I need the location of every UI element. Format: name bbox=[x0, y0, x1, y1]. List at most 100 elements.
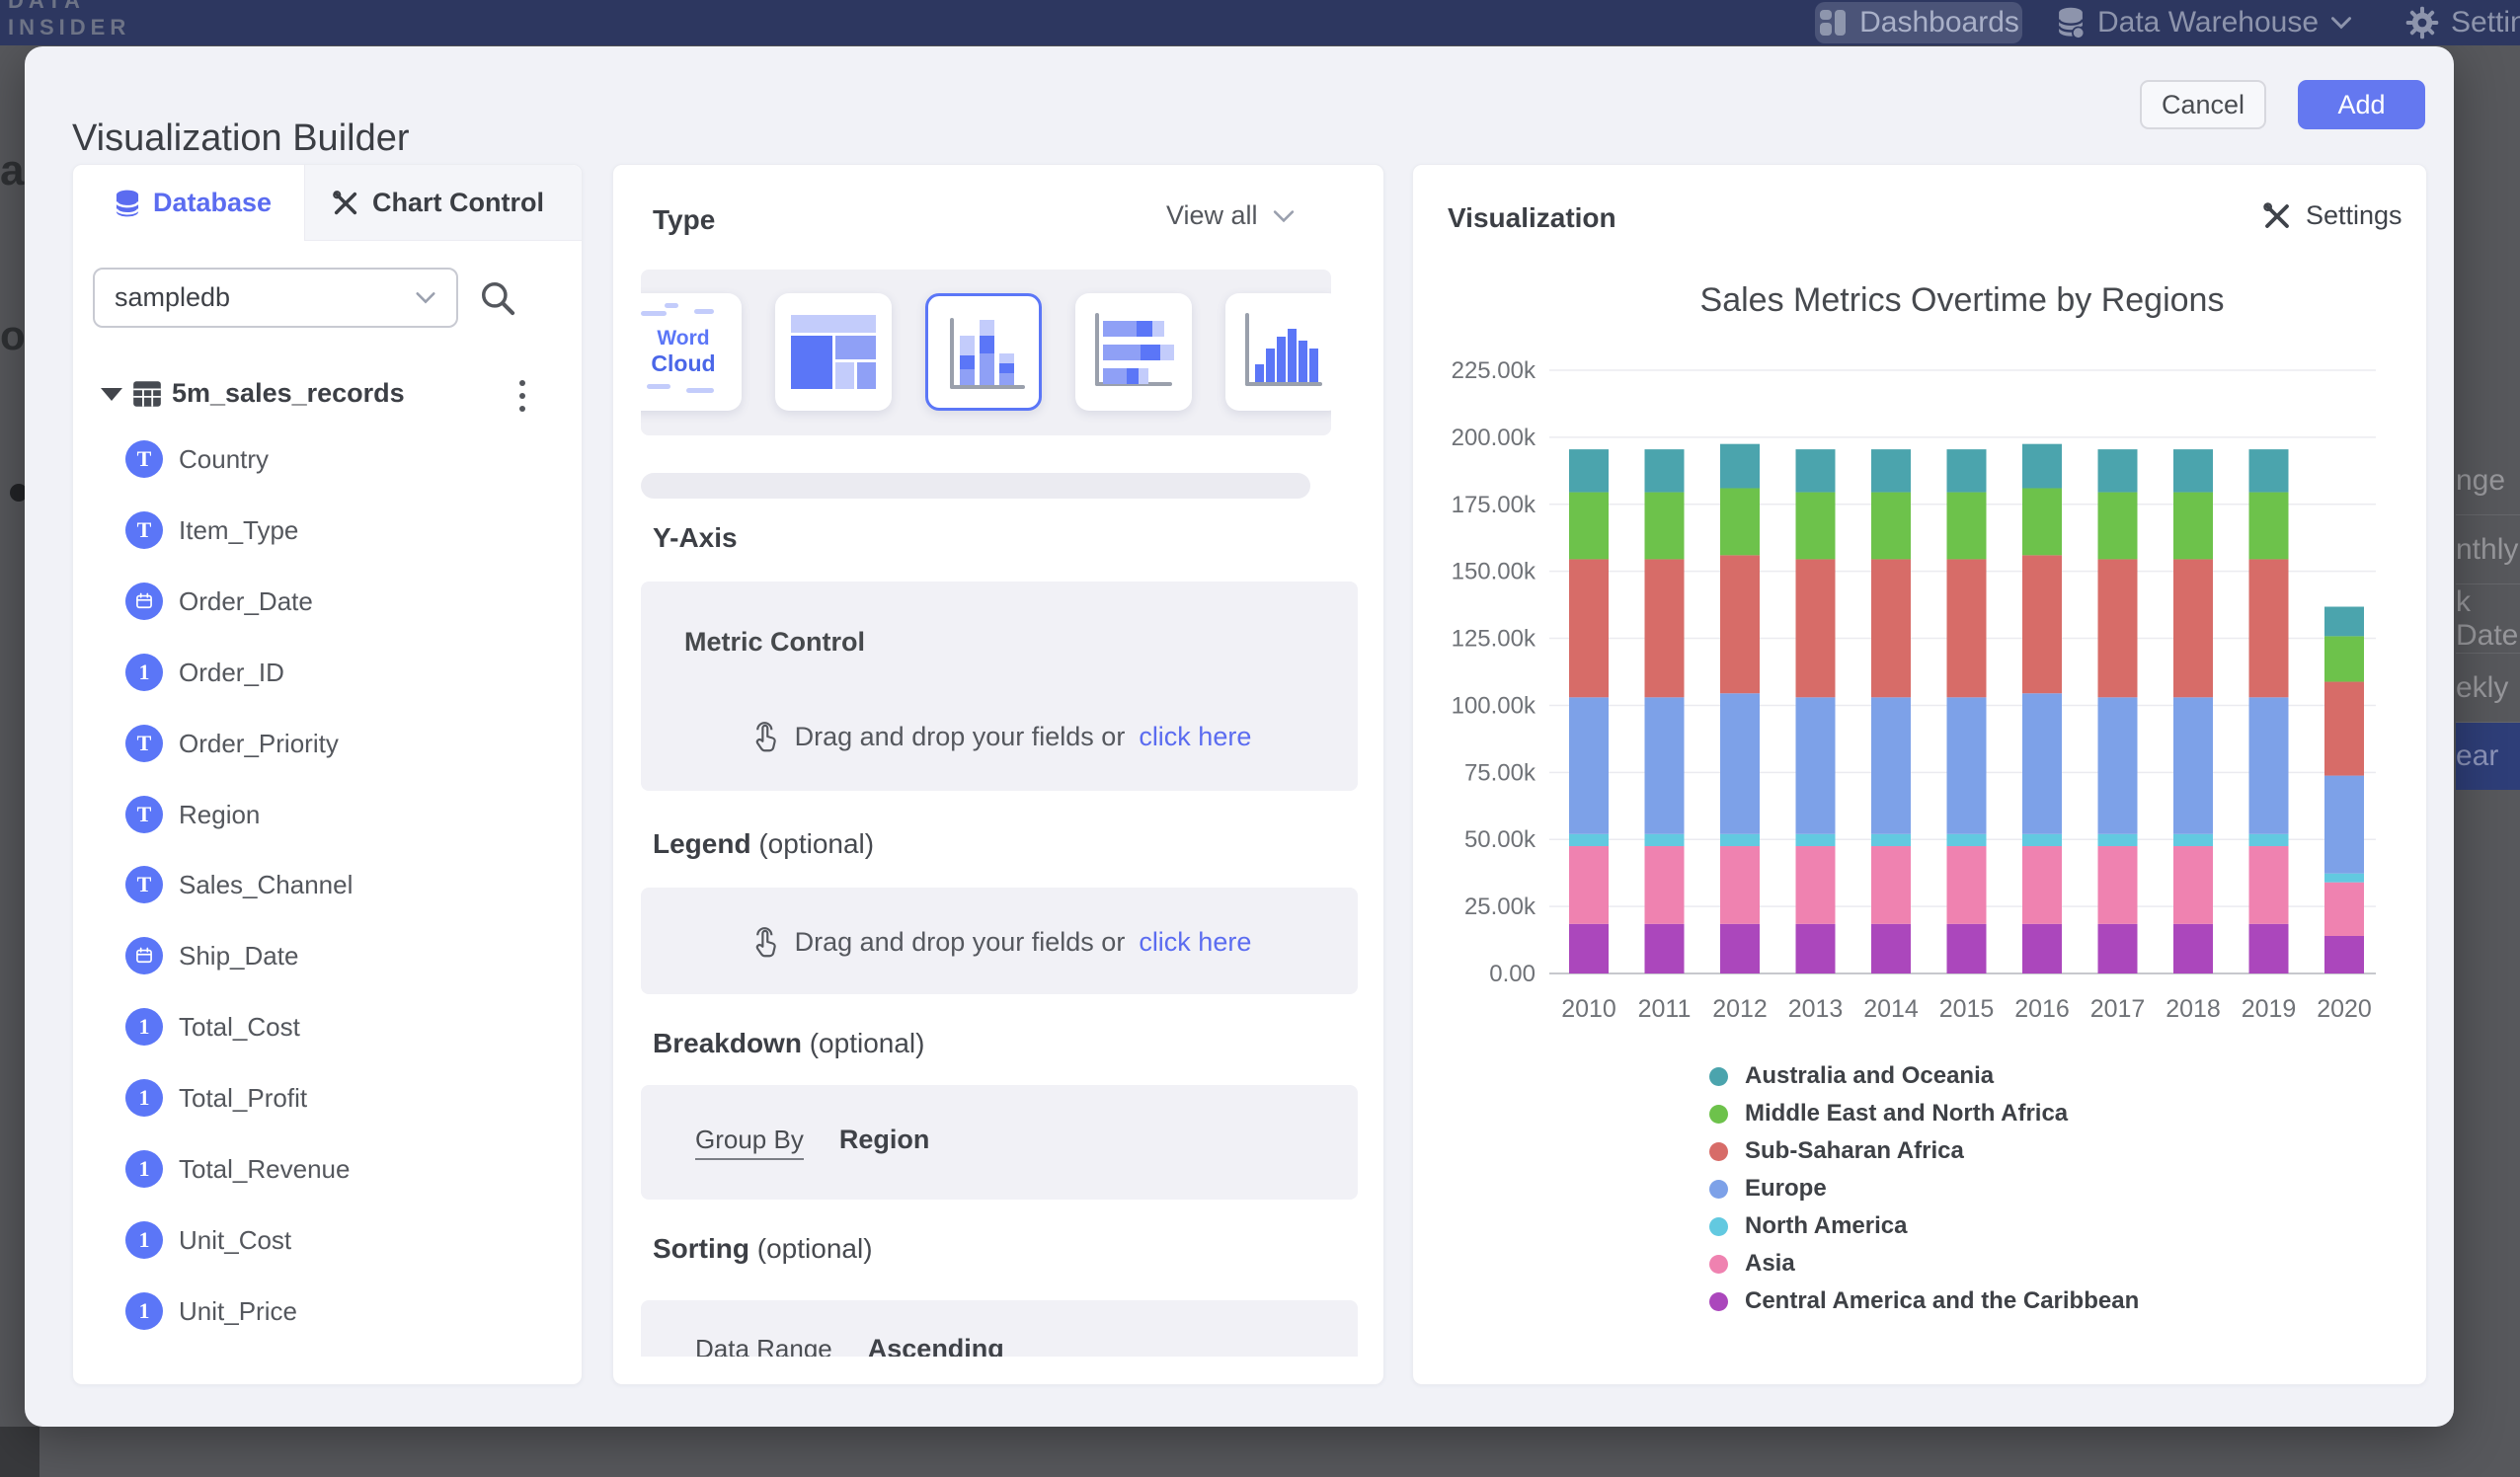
sorting-box[interactable]: Data Range Ascending bbox=[641, 1300, 1358, 1357]
bar-segment bbox=[2022, 555, 2062, 693]
click-here-link[interactable]: click here bbox=[1139, 722, 1251, 752]
top-navigation-bar: DATA INSIDER Dashboards Data Warehouse bbox=[0, 0, 2520, 45]
bar-segment bbox=[2324, 874, 2364, 883]
bar-segment bbox=[1947, 493, 1987, 560]
bar-segment bbox=[1947, 834, 1987, 846]
database-icon bbox=[115, 189, 140, 218]
sort-field-label[interactable]: Data Range bbox=[695, 1334, 832, 1357]
x-axis-label: 2016 bbox=[2014, 995, 2070, 1023]
bar-segment bbox=[2324, 636, 2364, 681]
kebab-menu-icon[interactable] bbox=[515, 376, 529, 416]
cancel-button[interactable]: Cancel bbox=[2140, 80, 2266, 129]
group-by-label[interactable]: Group By bbox=[695, 1125, 804, 1160]
field-item-item_type[interactable]: TItem_Type bbox=[73, 503, 582, 558]
bar-segment bbox=[1720, 846, 1760, 924]
field-item-sales_channel[interactable]: TSales_Channel bbox=[73, 857, 582, 912]
legend-item[interactable]: North America bbox=[1709, 1207, 2139, 1245]
metric-control-dropzone[interactable]: Metric Control Drag and drop your fields… bbox=[641, 582, 1358, 791]
tab-database[interactable]: Database bbox=[115, 165, 272, 241]
chart-type-treemap[interactable] bbox=[775, 293, 892, 411]
field-item-total_cost[interactable]: 1Total_Cost bbox=[73, 999, 582, 1054]
bar-segment bbox=[1720, 834, 1760, 846]
database-select[interactable]: sampledb bbox=[93, 268, 458, 328]
chart-type-stacked-bar[interactable] bbox=[1075, 293, 1192, 411]
field-label: Order_Priority bbox=[179, 729, 339, 759]
legend-item[interactable]: Asia bbox=[1709, 1245, 2139, 1283]
legend-item[interactable]: Central America and the Caribbean bbox=[1709, 1283, 2139, 1320]
field-label: Region bbox=[179, 800, 260, 830]
field-label: Ship_Date bbox=[179, 941, 298, 972]
legend-dropzone[interactable]: Drag and drop your fields or click here bbox=[641, 888, 1358, 994]
horizontal-scrollbar[interactable] bbox=[641, 473, 1310, 499]
text-field-icon: T bbox=[125, 866, 163, 903]
chart-type-column[interactable] bbox=[1225, 293, 1331, 411]
text-field-icon: T bbox=[125, 725, 163, 762]
nav-dashboards[interactable]: Dashboards bbox=[1815, 2, 2022, 43]
bar-segment bbox=[1569, 846, 1609, 924]
chart-type-strip[interactable]: WordCloud bbox=[641, 270, 1331, 435]
legend-item[interactable]: Europe bbox=[1709, 1170, 2139, 1207]
field-item-order_date[interactable]: Order_Date bbox=[73, 574, 582, 629]
nav-settings[interactable]: Settings bbox=[2405, 0, 2520, 45]
field-label: Unit_Cost bbox=[179, 1225, 291, 1256]
field-item-country[interactable]: TCountry bbox=[73, 431, 582, 487]
breakdown-box[interactable]: Group By Region bbox=[641, 1085, 1358, 1200]
field-item-ship_date[interactable]: Ship_Date bbox=[73, 928, 582, 983]
field-item-total_revenue[interactable]: 1Total_Revenue bbox=[73, 1141, 582, 1197]
table-tree-row[interactable]: 5m_sales_records bbox=[73, 372, 582, 416]
word-cloud-word: Word bbox=[641, 327, 742, 350]
bar-segment bbox=[1720, 444, 1760, 489]
bar-segment bbox=[1871, 846, 1911, 924]
legend-item[interactable]: Sub-Saharan Africa bbox=[1709, 1132, 2139, 1170]
bar-segment bbox=[1720, 488, 1760, 555]
legend-dot-icon bbox=[1709, 1255, 1728, 1274]
type-heading: Type bbox=[653, 204, 715, 236]
bar-segment bbox=[1796, 697, 1836, 833]
view-all-button[interactable]: View all bbox=[1166, 200, 1346, 231]
bar-segment bbox=[1645, 846, 1685, 924]
click-here-link[interactable]: click here bbox=[1139, 927, 1251, 958]
field-item-region[interactable]: T Region bbox=[73, 787, 582, 842]
background-dark-corner bbox=[0, 1427, 39, 1477]
chart-type-stacked-column[interactable] bbox=[925, 293, 1042, 411]
background-menu-item: ear bbox=[2456, 723, 2520, 790]
database-panel: Database Chart Control sampledb bbox=[72, 164, 583, 1385]
tab-chart-control[interactable]: Chart Control bbox=[332, 165, 544, 241]
field-label: Total_Revenue bbox=[179, 1154, 350, 1185]
chart-legend: Australia and OceaniaMiddle East and Nor… bbox=[1709, 1057, 2139, 1320]
field-label: Total_Cost bbox=[179, 1012, 300, 1043]
bar-segment bbox=[1871, 834, 1911, 846]
nav-data-warehouse[interactable]: Data Warehouse bbox=[2056, 0, 2352, 45]
modal-title: Visualization Builder bbox=[72, 117, 410, 160]
field-item-unit_cost[interactable]: 1Unit_Cost bbox=[73, 1212, 582, 1268]
svg-text:150.00k: 150.00k bbox=[1452, 559, 1536, 585]
field-item-unit_price[interactable]: 1Unit_Price bbox=[73, 1283, 582, 1339]
chart-title: Sales Metrics Overtime by Regions bbox=[1551, 281, 2373, 320]
legend-label: North America bbox=[1745, 1212, 1907, 1240]
chart-type-word-cloud[interactable]: WordCloud bbox=[641, 293, 742, 411]
bar-segment bbox=[1871, 559, 1911, 697]
bar-segment bbox=[2249, 559, 2289, 697]
x-axis-label: 2015 bbox=[1939, 995, 1995, 1023]
nav-label: Data Warehouse bbox=[2097, 6, 2319, 39]
search-button[interactable] bbox=[473, 273, 522, 323]
field-item-order_priority[interactable]: T Order_Priority bbox=[73, 716, 582, 771]
legend-item[interactable]: Australia and Oceania bbox=[1709, 1057, 2139, 1095]
field-item-order_id[interactable]: 1Order_ID bbox=[73, 645, 582, 700]
bar-segment bbox=[1796, 559, 1836, 697]
field-item-total_profit[interactable]: 1Total_Profit bbox=[73, 1070, 582, 1126]
text-field-icon: T bbox=[125, 796, 163, 833]
legend-item[interactable]: Middle East and North Africa bbox=[1709, 1095, 2139, 1132]
svg-text:200.00k: 200.00k bbox=[1452, 425, 1536, 451]
settings-button[interactable]: Settings bbox=[2262, 200, 2402, 231]
bar-segment bbox=[2249, 449, 2289, 492]
field-label: Total_Profit bbox=[179, 1083, 307, 1114]
bar-segment bbox=[2022, 444, 2062, 489]
chevron-down-icon bbox=[2330, 16, 2352, 30]
add-button[interactable]: Add bbox=[2298, 80, 2425, 129]
gear-icon bbox=[2405, 6, 2439, 39]
legend-dot-icon bbox=[1709, 1142, 1728, 1161]
field-label: Order_ID bbox=[179, 658, 284, 688]
search-icon bbox=[479, 279, 516, 317]
caret-down-icon[interactable] bbox=[101, 388, 122, 401]
